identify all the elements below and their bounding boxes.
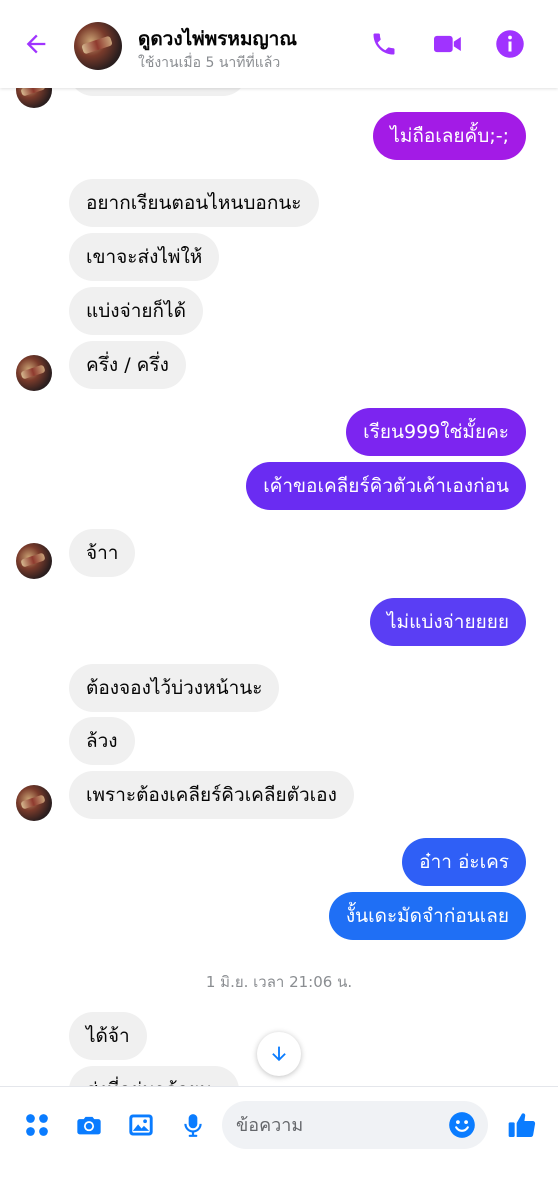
message-input-container[interactable] [222,1101,488,1149]
scroll-to-bottom-button[interactable] [257,1032,301,1076]
photo-gallery-icon[interactable] [123,1107,159,1143]
contact-avatar[interactable] [74,22,122,70]
message-timestamp: 1 มิ.ย. เวลา 21:06 น. [205,973,353,991]
emoji-icon[interactable] [446,1109,478,1141]
message-input[interactable] [236,1101,446,1149]
message-bubble-received[interactable]: ส่งที่อยู่มาด้วยนะ [69,1066,240,1086]
message-bubble-sent[interactable]: เรียน999ใช่มั้ยคะ [346,408,526,456]
message-bubble-sent[interactable]: งั้นเดะมัดจำก่อนเลย [328,892,526,940]
conversation-header: ดูดวงไพ่พรหมญาณ ใช้งานเมื่อ 5 นาทีที่แล้… [0,0,558,88]
message-bubble-sent[interactable]: เค้าขอเคลียร์คิวตัวเค้าเองก่อน [246,462,526,510]
message-bubble-sent[interactable]: อ๋าา อ่ะเคร [402,838,526,886]
info-icon[interactable] [492,26,528,62]
thumbs-up-icon[interactable] [504,1107,540,1143]
message-bubble-received[interactable]: แบ่งจ่ายก็ได้ [69,287,203,335]
message-bubble-received[interactable]: เขาจะส่งไพ่ให้ [69,233,220,281]
message-thread[interactable]: ไม่ถือเลยคั้บ;-; อยากเรียนตอนไหนบอกนะ เข… [0,88,558,1086]
phone-call-icon[interactable] [366,26,402,62]
sender-avatar[interactable] [16,355,52,391]
message-bubble-received[interactable]: ครึ่ง / ครึ่ง [69,341,186,389]
menu-dots-icon[interactable] [19,1107,55,1143]
message-bubble-received[interactable]: ต้องจองไว้บ่วงหน้านะ [69,664,280,712]
message-bubble-received[interactable]: ล้วง [69,717,135,765]
message-bubble-received[interactable]: จ้าา [69,529,136,577]
camera-icon[interactable] [71,1107,107,1143]
sender-avatar[interactable] [16,785,52,821]
message-bubble-received[interactable]: ได้จ้า [69,1012,147,1060]
message-composer [0,1086,558,1200]
message-bubble-sent[interactable]: ไม่แบ่งจ่ายยยย [370,598,526,646]
message-bubble-received[interactable]: อยากเรียนตอนไหนบอกนะ [69,179,319,227]
video-call-icon[interactable] [430,26,466,62]
contact-name[interactable]: ดูดวงไพ่พรหมญาณ [138,24,297,54]
back-arrow-icon[interactable] [18,26,54,62]
microphone-icon[interactable] [175,1107,211,1143]
sender-avatar[interactable] [16,88,52,108]
sender-avatar[interactable] [16,543,52,579]
arrow-down-icon [272,1046,286,1062]
contact-status: ใช้งานเมื่อ 5 นาทีที่แล้ว [138,55,281,71]
message-bubble-sent[interactable]: ไม่ถือเลยคั้บ;-; [373,112,526,160]
message-bubble-received[interactable] [69,88,247,96]
message-bubble-received[interactable]: เพราะต้องเคลียร์คิวเคลียตัวเอง [69,771,354,819]
